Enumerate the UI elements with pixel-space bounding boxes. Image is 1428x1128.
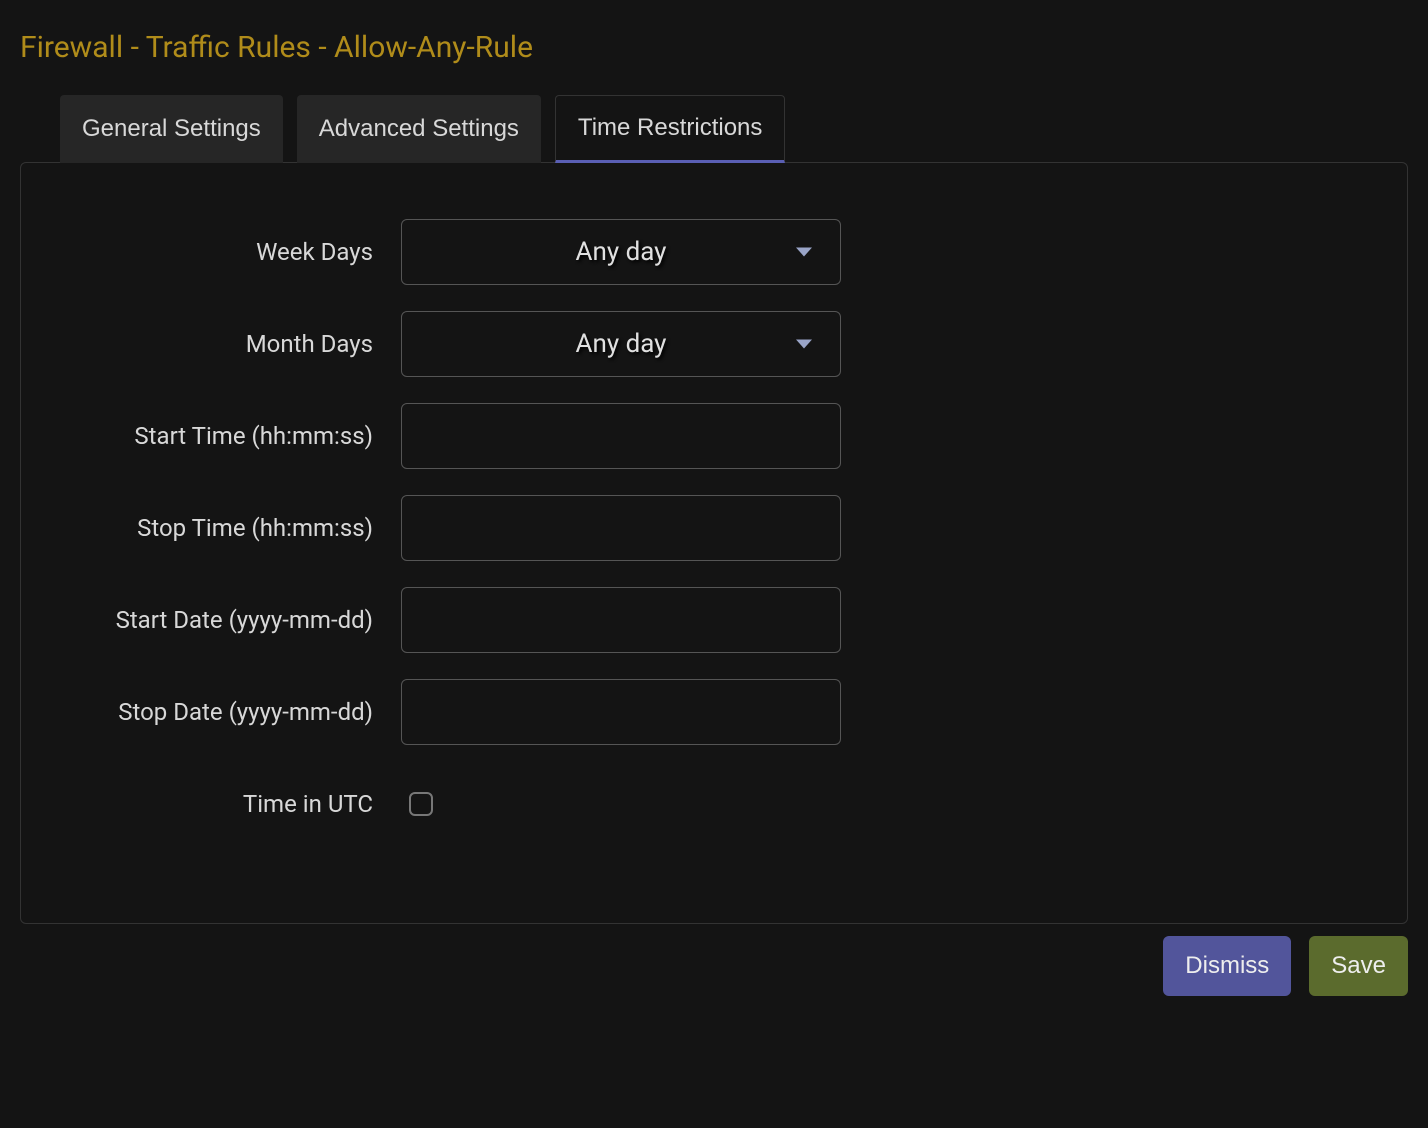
select-week-days[interactable]: Any day — [401, 219, 841, 285]
select-month-days-value: Any day — [576, 329, 667, 359]
input-start-time[interactable] — [401, 403, 841, 469]
row-stop-date: Stop Date (yyyy-mm-dd) — [61, 679, 1367, 745]
row-stop-time: Stop Time (hh:mm:ss) — [61, 495, 1367, 561]
row-start-date: Start Date (yyyy-mm-dd) — [61, 587, 1367, 653]
row-time-utc: Time in UTC — [61, 771, 1367, 837]
input-stop-time[interactable] — [401, 495, 841, 561]
label-start-time: Start Time (hh:mm:ss) — [61, 422, 401, 450]
select-week-days-wrap: Any day — [401, 219, 841, 285]
select-month-days-wrap: Any day — [401, 311, 841, 377]
select-week-days-value: Any day — [576, 237, 667, 267]
row-week-days: Week Days Any day — [61, 219, 1367, 285]
select-month-days[interactable]: Any day — [401, 311, 841, 377]
page-container: Firewall - Traffic Rules - Allow-Any-Rul… — [0, 0, 1428, 1016]
label-stop-date: Stop Date (yyyy-mm-dd) — [61, 698, 401, 726]
page-title: Firewall - Traffic Rules - Allow-Any-Rul… — [20, 20, 1408, 95]
label-month-days: Month Days — [61, 330, 401, 358]
checkbox-time-utc[interactable] — [409, 792, 433, 816]
dismiss-button[interactable]: Dismiss — [1163, 936, 1291, 996]
input-stop-date[interactable] — [401, 679, 841, 745]
label-week-days: Week Days — [61, 238, 401, 266]
tabs-bar: General Settings Advanced Settings Time … — [20, 95, 1408, 163]
footer-actions: Dismiss Save — [20, 924, 1408, 996]
row-month-days: Month Days Any day — [61, 311, 1367, 377]
label-start-date: Start Date (yyyy-mm-dd) — [61, 606, 401, 634]
form-panel: Week Days Any day Month Days Any day Sta… — [20, 162, 1408, 924]
chevron-down-icon — [796, 340, 812, 349]
tab-advanced-settings[interactable]: Advanced Settings — [297, 95, 541, 163]
label-time-utc: Time in UTC — [61, 790, 401, 818]
input-start-date[interactable] — [401, 587, 841, 653]
chevron-down-icon — [796, 248, 812, 257]
save-button[interactable]: Save — [1309, 936, 1408, 996]
label-stop-time: Stop Time (hh:mm:ss) — [61, 514, 401, 542]
tab-general-settings[interactable]: General Settings — [60, 95, 283, 163]
tab-time-restrictions[interactable]: Time Restrictions — [555, 95, 785, 163]
row-start-time: Start Time (hh:mm:ss) — [61, 403, 1367, 469]
